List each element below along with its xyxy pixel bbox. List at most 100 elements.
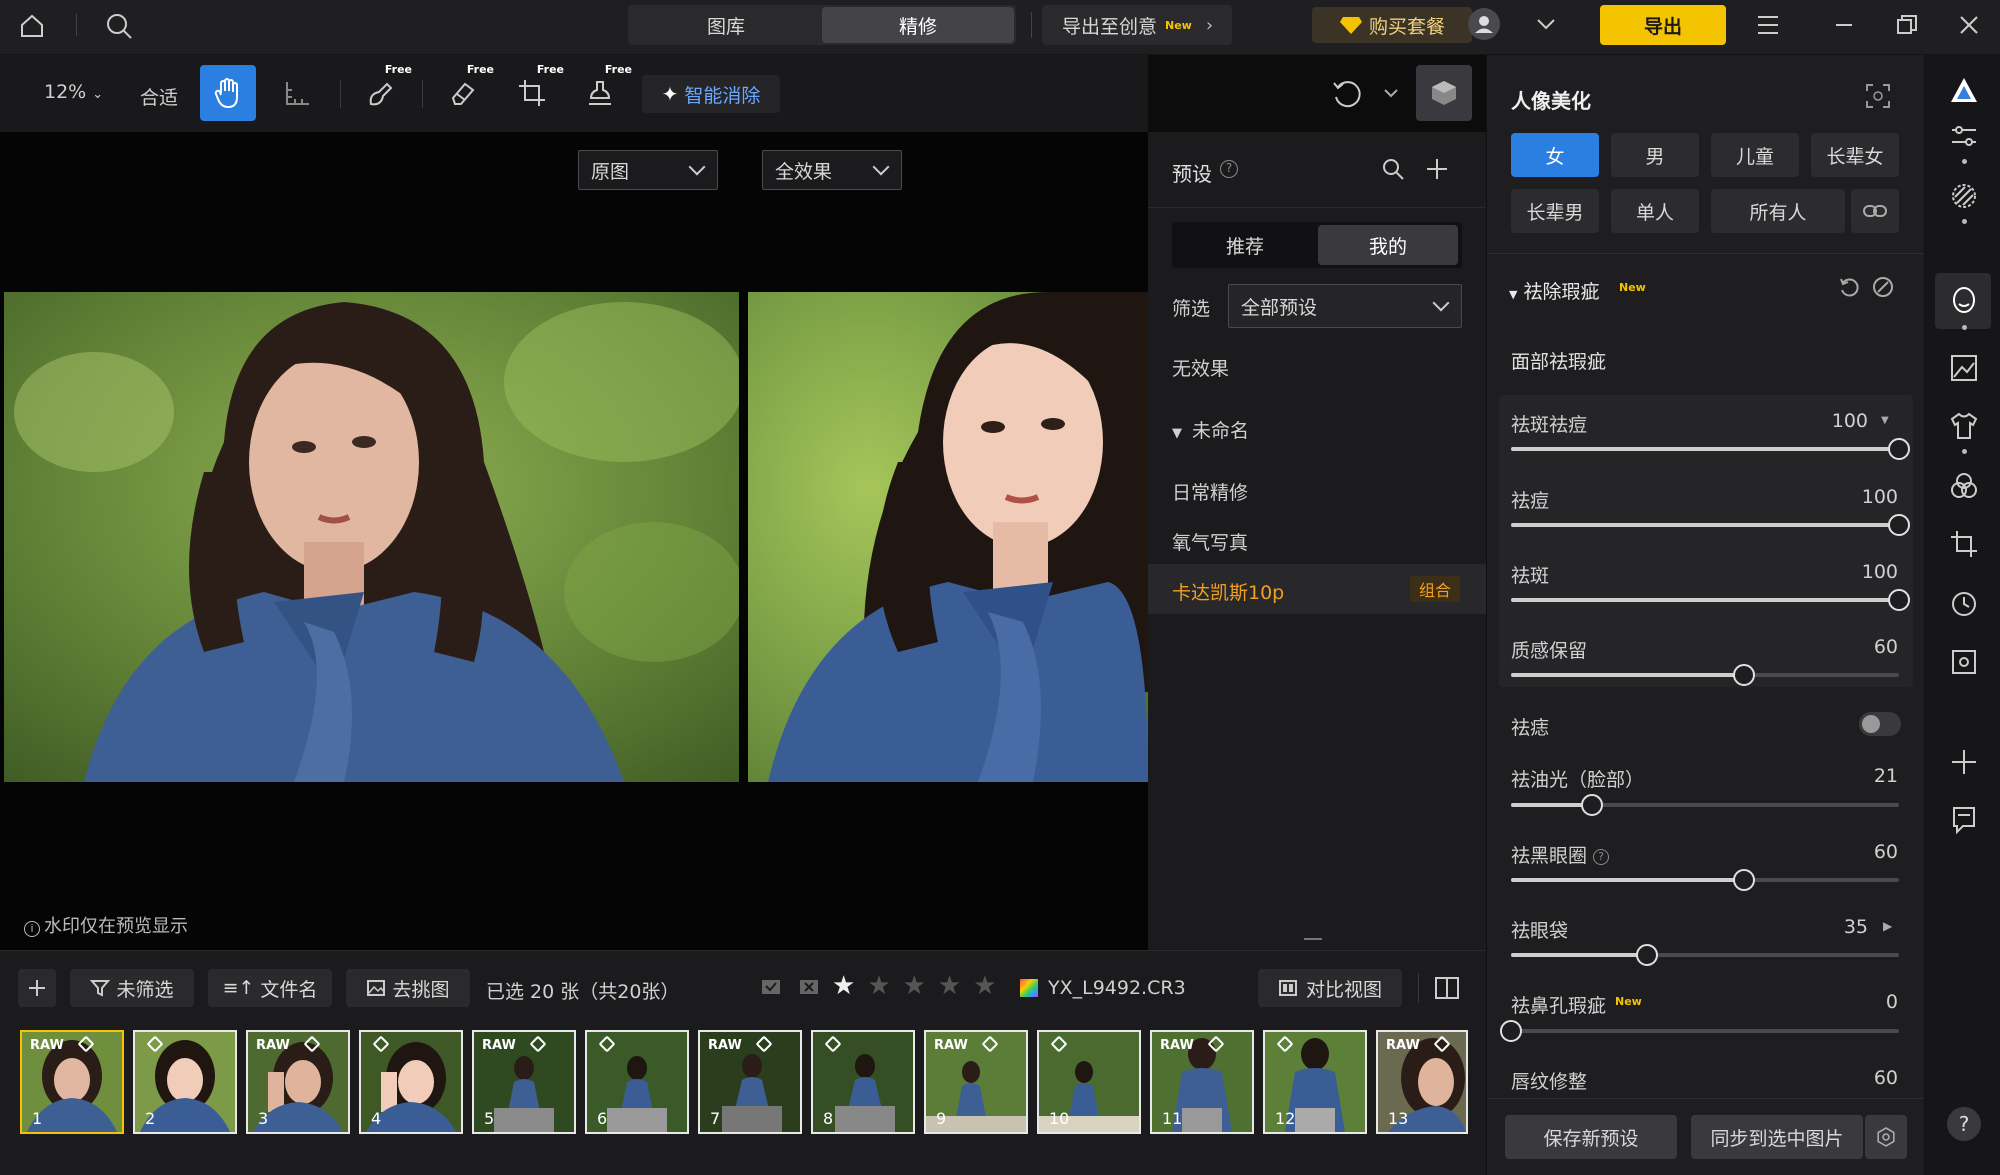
person-all[interactable]: 所有人 bbox=[1711, 189, 1845, 233]
smart-erase-button[interactable]: ✦ 智能消除 bbox=[642, 75, 780, 113]
slider-nostril[interactable] bbox=[1500, 1020, 1899, 1042]
healing-tool-button[interactable]: Free bbox=[358, 63, 412, 115]
menu-icon[interactable] bbox=[1756, 14, 1780, 36]
undo-icon[interactable] bbox=[1330, 77, 1364, 111]
sync-button[interactable]: 同步到选中图片 bbox=[1691, 1115, 1863, 1159]
eye-toggle-icon[interactable] bbox=[1871, 275, 1895, 299]
avatar[interactable] bbox=[1468, 8, 1500, 40]
caret-down-icon[interactable]: ▼ bbox=[1881, 415, 1889, 426]
export-button[interactable]: 导出 bbox=[1600, 5, 1726, 45]
effect-select[interactable]: 全效果 bbox=[762, 150, 902, 190]
add-icon[interactable] bbox=[1949, 747, 1979, 777]
thumbnail-10[interactable]: 10 bbox=[1037, 1030, 1141, 1134]
thumbnail-9[interactable]: RAW 9 bbox=[924, 1030, 1028, 1134]
thumbnail-8[interactable]: 8 bbox=[811, 1030, 915, 1134]
person-elder-male[interactable]: 长辈男 bbox=[1511, 189, 1599, 233]
crop-icon[interactable] bbox=[1949, 529, 1979, 559]
image-adjust-icon[interactable] bbox=[1949, 353, 1979, 383]
filter-select[interactable]: 全部预设 bbox=[1228, 284, 1462, 328]
tab-recommend[interactable]: 推荐 bbox=[1175, 225, 1315, 265]
preset-group-untitled[interactable]: ▼ 未命名 bbox=[1172, 416, 1249, 443]
eraser-tool-button[interactable]: Free bbox=[440, 63, 494, 115]
thumbnail-1[interactable]: RAW 1 bbox=[20, 1030, 124, 1134]
model-toggle-button[interactable] bbox=[1416, 65, 1472, 121]
caret-right-icon[interactable]: ▶ bbox=[1883, 919, 1892, 933]
hand-tool-button[interactable] bbox=[200, 65, 256, 121]
help-icon[interactable]: ? bbox=[1947, 1107, 1981, 1141]
add-photo-button[interactable] bbox=[18, 969, 56, 1007]
stamp-tool-button[interactable]: Free bbox=[578, 63, 632, 115]
person-child[interactable]: 儿童 bbox=[1711, 133, 1799, 177]
chevron-down-icon[interactable] bbox=[1382, 85, 1400, 101]
thumbnail-12[interactable]: 12 bbox=[1263, 1030, 1367, 1134]
zoom-level[interactable]: 12% ⌄ bbox=[44, 81, 103, 103]
feedback-icon[interactable] bbox=[1949, 805, 1979, 835]
thumbnail-7[interactable]: RAW 7 bbox=[698, 1030, 802, 1134]
export-creative-button[interactable]: 导出至创意 New › bbox=[1042, 5, 1232, 45]
tab-library[interactable]: 图库 bbox=[630, 7, 822, 43]
slider-dark-circles[interactable] bbox=[1511, 869, 1899, 891]
person-elder-female[interactable]: 长辈女 bbox=[1811, 133, 1899, 177]
search-icon[interactable] bbox=[104, 11, 134, 41]
crop-tool-button[interactable]: Free bbox=[510, 63, 564, 115]
reset-icon[interactable] bbox=[1837, 275, 1861, 299]
slider-spots[interactable] bbox=[1511, 589, 1910, 611]
thumbnail-4[interactable]: 4 bbox=[359, 1030, 463, 1134]
reject-flag-icon[interactable] bbox=[798, 977, 820, 999]
star-rating[interactable]: ★★★★★ bbox=[832, 971, 1009, 1001]
link-button[interactable] bbox=[1851, 189, 1899, 233]
color-label-icon[interactable] bbox=[1020, 979, 1038, 997]
canvas[interactable]: 原图 全效果 i 水印仅在预览显示 bbox=[0, 132, 1148, 950]
thumbnail-13[interactable]: RAW 13 bbox=[1376, 1030, 1468, 1134]
filter-button[interactable]: 未筛选 bbox=[70, 969, 194, 1007]
thumbnail-2[interactable]: 2 bbox=[133, 1030, 237, 1134]
home-icon[interactable] bbox=[18, 12, 46, 40]
texture-icon[interactable] bbox=[1949, 181, 1979, 211]
buy-package-button[interactable]: 购买套餐 bbox=[1312, 7, 1472, 43]
preset-no-effect[interactable]: 无效果 bbox=[1172, 354, 1229, 381]
view-select[interactable]: 原图 bbox=[578, 150, 718, 190]
thumbnail-5[interactable]: RAW 5 bbox=[472, 1030, 576, 1134]
resize-handle[interactable] bbox=[1304, 938, 1322, 940]
fit-button[interactable]: 合适 bbox=[140, 83, 178, 110]
search-icon[interactable] bbox=[1380, 156, 1406, 182]
slider-oil[interactable] bbox=[1511, 794, 1899, 816]
mole-toggle[interactable] bbox=[1859, 712, 1901, 736]
restore-icon[interactable] bbox=[1896, 14, 1918, 36]
add-icon[interactable] bbox=[1424, 156, 1450, 182]
flag-icon[interactable] bbox=[760, 977, 782, 999]
help-icon[interactable]: ? bbox=[1593, 848, 1610, 865]
person-male[interactable]: 男 bbox=[1611, 133, 1699, 177]
preset-daily[interactable]: 日常精修 bbox=[1172, 478, 1248, 505]
clothing-icon[interactable] bbox=[1949, 411, 1979, 441]
slider-texture[interactable] bbox=[1511, 664, 1899, 686]
logo-icon[interactable] bbox=[1949, 75, 1979, 105]
frame-icon[interactable] bbox=[1949, 647, 1979, 677]
history-icon[interactable] bbox=[1949, 589, 1979, 619]
person-female[interactable]: 女 bbox=[1511, 133, 1599, 177]
save-preset-button[interactable]: 保存新预设 bbox=[1505, 1115, 1677, 1159]
adjust-icon[interactable] bbox=[1949, 121, 1979, 151]
tab-mine[interactable]: 我的 bbox=[1318, 225, 1458, 265]
section-blemish[interactable]: ▼ 祛除瑕疵 bbox=[1509, 277, 1599, 304]
minimize-icon[interactable] bbox=[1834, 14, 1854, 34]
pick-pic-button[interactable]: 去挑图 bbox=[346, 969, 470, 1007]
person-single[interactable]: 单人 bbox=[1611, 189, 1699, 233]
preset-oxygen[interactable]: 氧气写真 bbox=[1172, 528, 1248, 555]
ruler-tool-button[interactable] bbox=[276, 71, 320, 115]
slider-eye-bags[interactable] bbox=[1511, 944, 1899, 966]
thumbnail-11[interactable]: RAW 11 bbox=[1150, 1030, 1254, 1134]
chevron-down-icon[interactable] bbox=[1534, 14, 1558, 34]
help-icon[interactable]: ? bbox=[1220, 160, 1238, 178]
thumbnail-3[interactable]: RAW 3 bbox=[246, 1030, 350, 1134]
tab-retouch[interactable]: 精修 bbox=[822, 7, 1014, 43]
close-icon[interactable] bbox=[1958, 14, 1980, 36]
thumbnail-6[interactable]: 6 bbox=[585, 1030, 689, 1134]
sort-button[interactable]: ≡↑ 文件名 bbox=[208, 969, 332, 1007]
split-view-icon[interactable] bbox=[1434, 975, 1460, 1001]
preset-cadakas[interactable]: 卡达凯斯10p bbox=[1172, 578, 1284, 605]
compare-view-button[interactable]: 对比视图 bbox=[1258, 969, 1402, 1007]
face-detect-icon[interactable] bbox=[1865, 83, 1891, 109]
slider-acne[interactable] bbox=[1511, 514, 1910, 536]
slider-acne-spots[interactable] bbox=[1511, 438, 1910, 460]
